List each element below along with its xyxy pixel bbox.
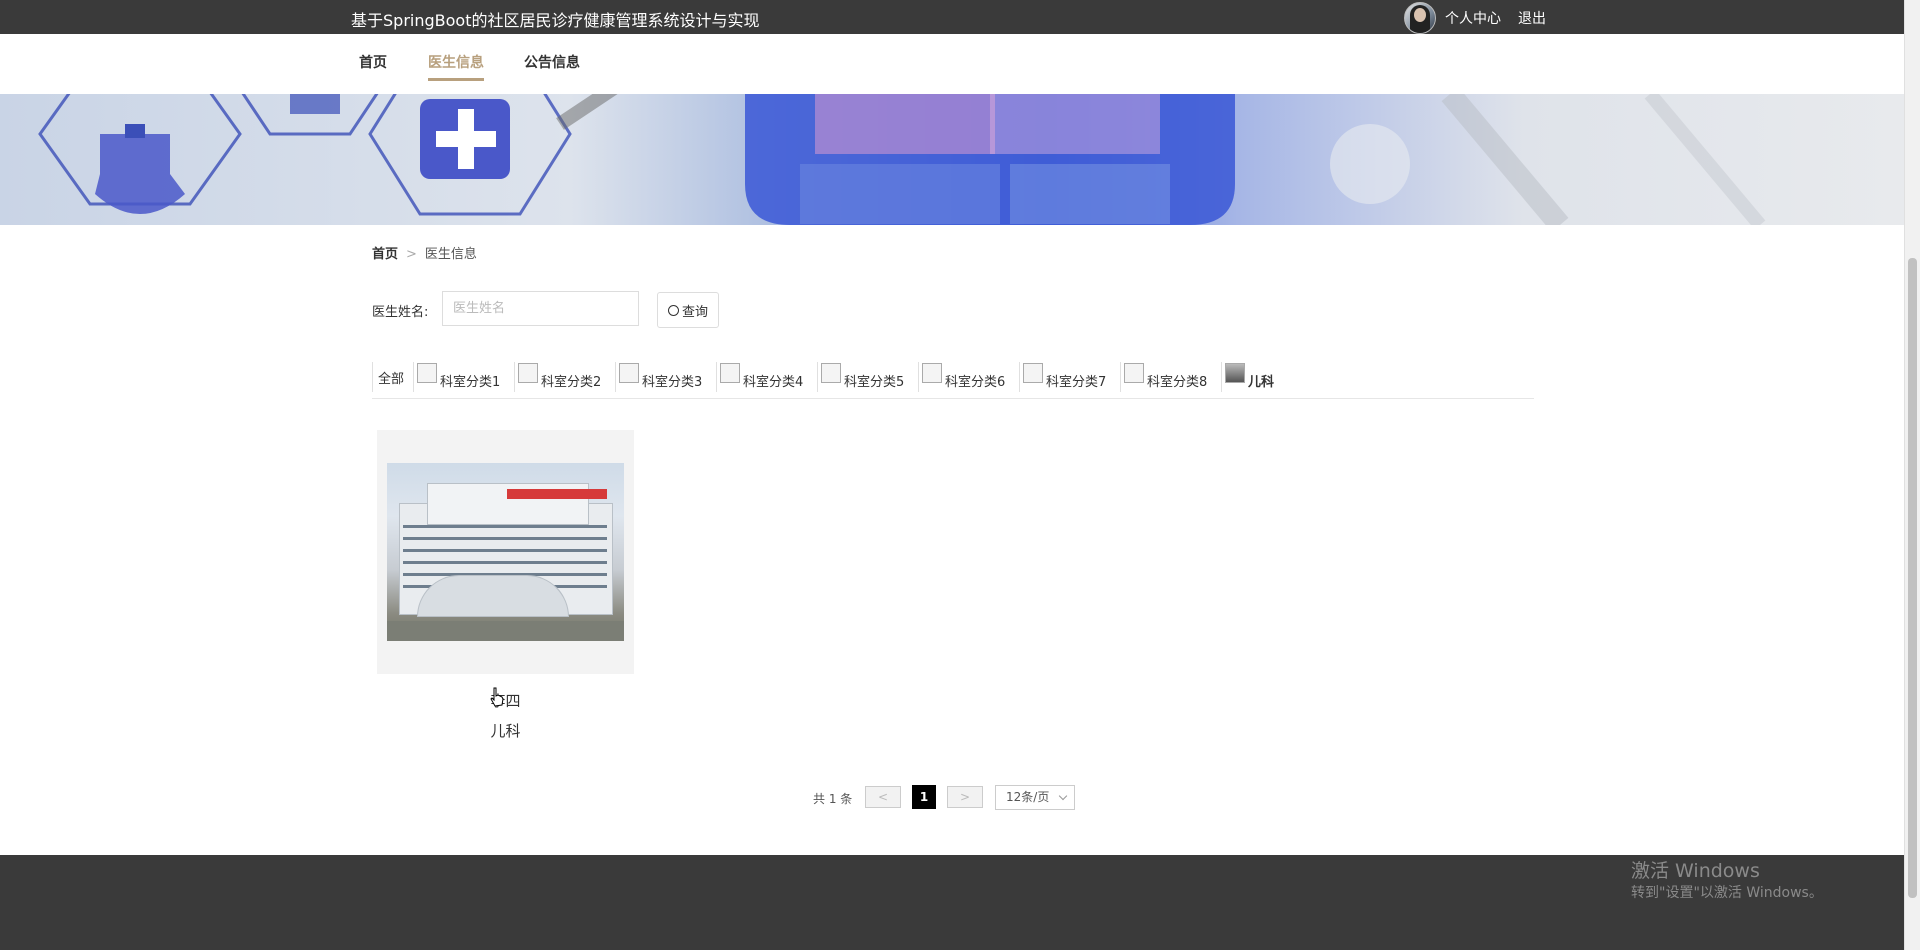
nav-doctor-info[interactable]: 医生信息 bbox=[428, 52, 484, 81]
category-label: 科室分类5 bbox=[844, 375, 905, 390]
broken-image-icon bbox=[1023, 363, 1043, 383]
page-size-select[interactable]: 12条/页 bbox=[995, 785, 1075, 810]
broken-image-icon bbox=[1124, 363, 1144, 383]
scrollbar-thumb[interactable] bbox=[1908, 258, 1917, 898]
category-label: 儿科 bbox=[1248, 375, 1275, 390]
category-label: 科室分类6 bbox=[945, 375, 1006, 390]
category-label: 科室分类4 bbox=[743, 375, 804, 390]
category-label: 科室分类8 bbox=[1147, 375, 1208, 390]
nav-home[interactable]: 首页 bbox=[359, 52, 387, 78]
pagination: 共 1 条 < 1 > 12条/页 bbox=[0, 785, 1904, 813]
user-avatar[interactable] bbox=[1404, 2, 1436, 34]
page-number-1[interactable]: 1 bbox=[912, 785, 936, 809]
breadcrumb-current: 医生信息 bbox=[424, 247, 477, 262]
breadcrumb-home[interactable]: 首页 bbox=[372, 247, 398, 262]
broken-image-icon bbox=[417, 363, 437, 383]
category-item-1[interactable]: 科室分类1 bbox=[413, 362, 514, 392]
doctor-name-input[interactable] bbox=[442, 291, 639, 326]
chevron-down-icon bbox=[1058, 791, 1068, 801]
category-item-pediatrics[interactable]: 儿科 bbox=[1221, 362, 1282, 392]
doctor-name-label: 医生姓名: bbox=[372, 305, 429, 320]
page-size-value: 12条/页 bbox=[1006, 790, 1050, 804]
top-bar: 基于SpringBoot的社区居民诊疗健康管理系统设计与实现 个人中心 退出 bbox=[0, 0, 1904, 34]
doctor-name[interactable]: 李四 bbox=[377, 690, 634, 711]
banner-carousel[interactable] bbox=[0, 94, 1904, 225]
page-scrollbar[interactable] bbox=[1904, 0, 1920, 950]
hand-cursor-icon bbox=[490, 687, 504, 707]
avatar-face bbox=[1414, 8, 1426, 22]
prev-page-button[interactable]: < bbox=[865, 786, 901, 808]
category-thumbnail-icon bbox=[1225, 363, 1245, 383]
doctor-photo bbox=[387, 463, 624, 641]
category-label: 科室分类3 bbox=[642, 375, 703, 390]
category-item-8[interactable]: 科室分类8 bbox=[1120, 362, 1221, 392]
category-item-7[interactable]: 科室分类7 bbox=[1019, 362, 1120, 392]
breadcrumb-separator: > bbox=[406, 247, 417, 262]
pagination-total: 共 1 条 bbox=[813, 792, 853, 806]
windows-activation-hint: 转到"设置"以激活 Windows。 bbox=[1631, 885, 1823, 901]
category-item-2[interactable]: 科室分类2 bbox=[514, 362, 615, 392]
breadcrumb: 首页 > 医生信息 bbox=[372, 243, 477, 262]
footer bbox=[0, 855, 1904, 950]
site-title: 基于SpringBoot的社区居民诊疗健康管理系统设计与实现 bbox=[351, 11, 760, 30]
next-page-button[interactable]: > bbox=[947, 786, 983, 808]
department-filter-bar: 全部 科室分类1 科室分类2 科室分类3 科室分类4 科室分类5 科室分类6 科… bbox=[372, 362, 1534, 399]
category-all[interactable]: 全部 bbox=[372, 362, 413, 392]
main-nav: 首页 医生信息 公告信息 bbox=[0, 34, 1904, 95]
broken-image-icon bbox=[619, 363, 639, 383]
search-button-label: 查询 bbox=[681, 304, 708, 320]
logout-link[interactable]: 退出 bbox=[1518, 8, 1546, 28]
search-button[interactable]: 查询 bbox=[657, 292, 719, 328]
banner-image bbox=[38, 94, 1766, 225]
category-label: 全部 bbox=[378, 372, 405, 387]
category-item-3[interactable]: 科室分类3 bbox=[615, 362, 716, 392]
category-item-6[interactable]: 科室分类6 bbox=[918, 362, 1019, 392]
category-label: 科室分类2 bbox=[541, 375, 602, 390]
user-center-link[interactable]: 个人中心 bbox=[1445, 8, 1501, 28]
broken-image-icon bbox=[720, 363, 740, 383]
nav-announcements[interactable]: 公告信息 bbox=[524, 52, 580, 78]
category-label: 科室分类7 bbox=[1046, 375, 1107, 390]
broken-image-icon bbox=[922, 363, 942, 383]
broken-image-icon bbox=[518, 363, 538, 383]
windows-activation-title: 激活 Windows bbox=[1631, 860, 1760, 882]
category-label: 科室分类1 bbox=[440, 375, 501, 390]
search-icon bbox=[667, 304, 679, 316]
category-item-4[interactable]: 科室分类4 bbox=[716, 362, 817, 392]
doctor-card[interactable] bbox=[377, 430, 634, 674]
broken-image-icon bbox=[821, 363, 841, 383]
doctor-department: 儿科 bbox=[490, 722, 521, 740]
category-item-5[interactable]: 科室分类5 bbox=[817, 362, 918, 392]
